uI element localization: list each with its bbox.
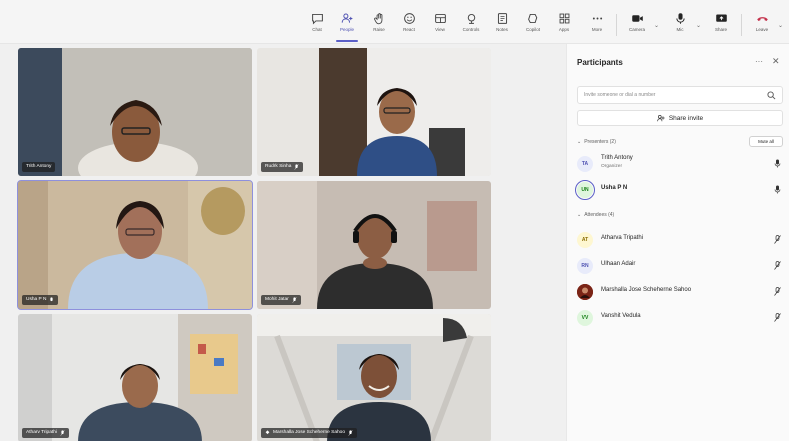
participant-name-tag: Rudrk Sinha (261, 162, 304, 172)
camera-options-chevron-down-icon[interactable]: ⌄ (654, 22, 659, 29)
view-button[interactable]: View (427, 12, 453, 40)
mic-icon (675, 13, 685, 24)
share-icon (715, 14, 727, 22)
mic-off-icon (774, 287, 781, 296)
more-icon (592, 17, 602, 20)
leave-button[interactable]: Leave (749, 12, 775, 40)
participant-row[interactable]: RN Ulhaan Adair (577, 256, 783, 276)
video-tile[interactable]: Mohit Jatar (257, 181, 491, 309)
mic-button[interactable]: Mic (667, 12, 693, 40)
camera-icon (631, 15, 643, 22)
people-button[interactable]: People (334, 12, 360, 40)
chat-button[interactable]: Chat (304, 12, 330, 40)
participant-row[interactable]: TA Trith Antony Organizer (577, 154, 783, 174)
react-icon (403, 13, 415, 24)
participant-video (18, 48, 252, 176)
video-tile[interactable]: Marshalla Jose Scheherne Sahoo (257, 314, 491, 441)
participant-row[interactable]: AT Atharva Tripathi (577, 230, 783, 250)
mic-options-chevron-down-icon[interactable]: ⌄ (696, 22, 701, 29)
participant-video (257, 314, 491, 441)
mic-off-icon (292, 297, 297, 303)
participant-video (257, 181, 491, 309)
video-tile[interactable]: Trith Antony (18, 48, 252, 176)
close-icon[interactable]: ✕ (772, 56, 780, 67)
toolbar-separator (616, 14, 617, 36)
video-tile[interactable]: Atharv Tripathi (18, 314, 252, 441)
participants-panel: Participants ··· ✕ Invite someone or dia… (566, 44, 789, 441)
people-icon (341, 13, 352, 23)
participant-name-tag: Trith Antony (22, 162, 56, 172)
meeting-toolbar: Chat People Raise React View Controls No… (0, 0, 789, 44)
raise-hand-icon (373, 13, 382, 25)
share-invite-button[interactable]: Share invite (577, 110, 783, 126)
notes-icon (497, 13, 507, 24)
copilot-icon (527, 13, 537, 24)
search-icon (767, 91, 776, 100)
mic-off-icon (294, 164, 299, 170)
participant-row[interactable]: Marshalla Jose Scheherne Sahoo (577, 282, 783, 302)
video-tile[interactable]: Rudrk Sinha (257, 48, 491, 176)
view-icon (434, 13, 446, 24)
mic-off-icon (774, 313, 781, 322)
avatar: TA (577, 156, 593, 172)
active-tab-indicator (336, 40, 358, 42)
mic-off-icon (348, 430, 353, 436)
mic-off-icon (60, 430, 65, 436)
mic-icon (50, 297, 54, 302)
share-button[interactable]: Share (708, 12, 734, 40)
camera-button[interactable]: Camera (624, 12, 650, 40)
participant-name-tag: Usha P N (22, 295, 59, 305)
leave-options-chevron-down-icon[interactable]: ⌄ (778, 22, 783, 29)
participant-name-tag: Marshalla Jose Scheherne Sahoo (261, 428, 357, 438)
attendees-section-header[interactable]: ⌄ Attendees (4) (577, 212, 614, 218)
chat-icon (311, 13, 323, 25)
avatar: VV (577, 310, 593, 326)
mic-icon (774, 185, 781, 194)
share-invite-icon (657, 115, 665, 122)
raise-hand-button[interactable]: Raise (366, 12, 392, 40)
avatar-photo (577, 284, 593, 300)
copilot-button[interactable]: Copilot (520, 12, 546, 40)
toolbar-separator (741, 14, 742, 36)
leave-icon (756, 17, 768, 21)
more-button[interactable]: More (584, 12, 610, 40)
participant-name-tag: Atharv Tripathi (22, 428, 69, 438)
participant-video (18, 181, 252, 309)
mic-off-icon (774, 261, 781, 270)
participant-name-tag: Mohit Jatar (261, 295, 301, 305)
react-button[interactable]: React (396, 12, 422, 40)
participant-video (257, 48, 491, 176)
participant-video (18, 314, 252, 441)
avatar: RN (577, 258, 593, 274)
avatar: UN (575, 180, 595, 200)
controls-button[interactable]: Controls (458, 12, 484, 40)
search-input[interactable]: Invite someone or dial a number (577, 86, 783, 104)
video-tile-active-speaker[interactable]: Usha P N (17, 180, 253, 310)
mute-all-button[interactable]: Mute all (749, 136, 783, 147)
controls-icon (467, 13, 475, 24)
participant-row[interactable]: VV Vanshit Vedula (577, 308, 783, 328)
avatar (577, 284, 593, 300)
apps-icon (559, 13, 569, 24)
chevron-down-icon: ⌄ (577, 139, 582, 145)
participant-row[interactable]: UN Usha P N (575, 180, 783, 200)
more-options-icon[interactable]: ··· (755, 57, 763, 66)
panel-title: Participants (577, 58, 623, 67)
presenters-section-header[interactable]: ⌄ Presenters (2) (577, 139, 616, 145)
apps-button[interactable]: Apps (551, 12, 577, 40)
mic-icon (774, 159, 781, 168)
video-stage: Trith Antony Rudrk Sinha Usha P N Mohit … (0, 44, 566, 441)
pin-icon (265, 430, 270, 435)
mic-off-icon (774, 235, 781, 244)
notes-button[interactable]: Notes (489, 12, 515, 40)
chevron-down-icon: ⌄ (577, 212, 582, 218)
avatar: AT (577, 232, 593, 248)
